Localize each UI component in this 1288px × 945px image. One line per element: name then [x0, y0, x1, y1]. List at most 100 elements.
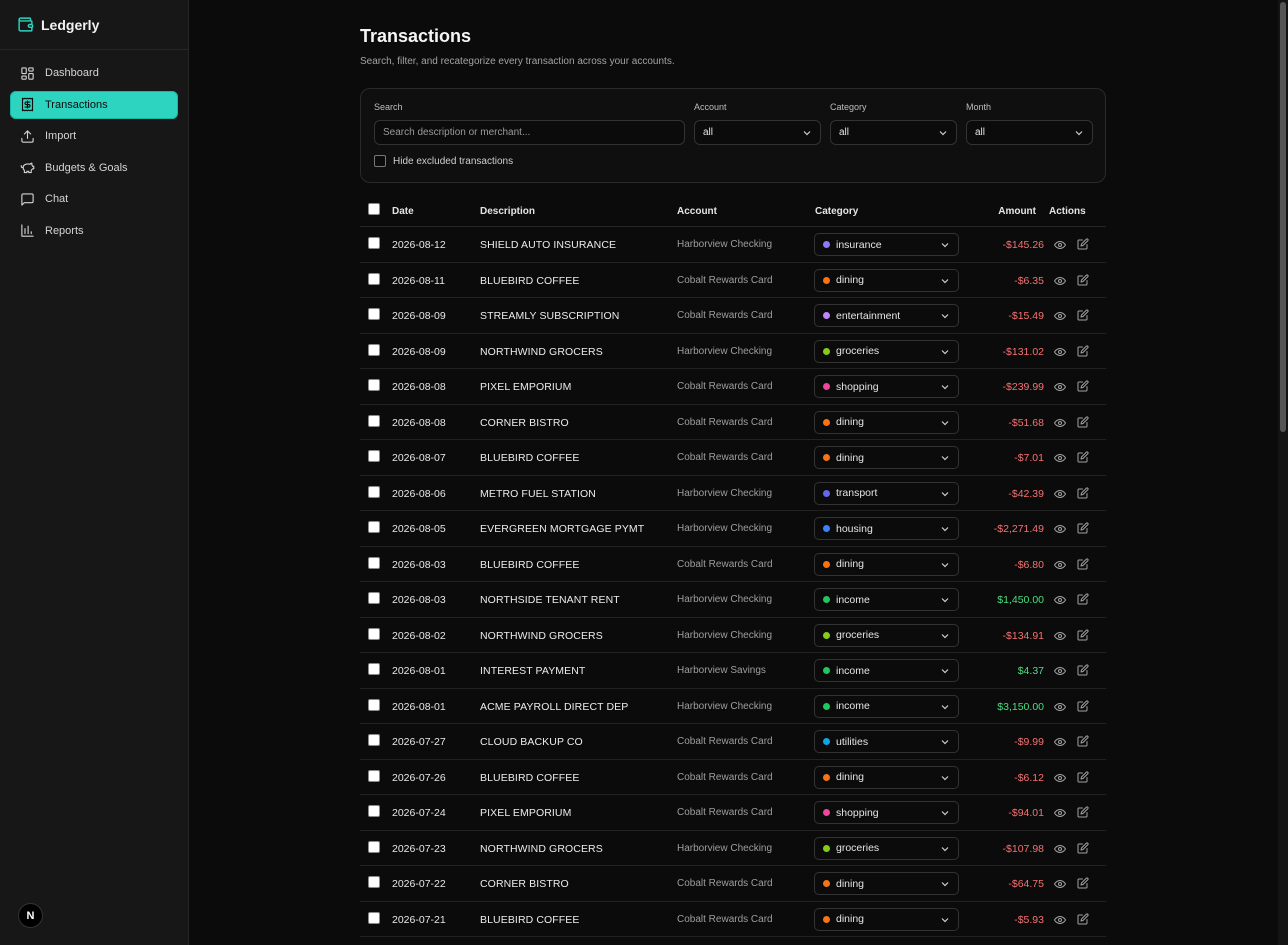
eye-icon[interactable] — [1054, 523, 1066, 535]
category-select[interactable]: dining — [814, 765, 959, 789]
edit-icon[interactable] — [1077, 806, 1089, 818]
eye-icon[interactable] — [1054, 843, 1066, 855]
page-scrollbar[interactable] — [1278, 0, 1288, 945]
eye-icon[interactable] — [1054, 346, 1066, 358]
category-select[interactable]: dining — [814, 446, 959, 469]
edit-icon[interactable] — [1077, 380, 1089, 392]
edit-icon[interactable] — [1077, 664, 1089, 676]
hide-excluded-checkbox[interactable] — [374, 155, 386, 167]
header-description[interactable]: Description — [480, 206, 535, 217]
sidebar-item-chat[interactable]: Chat — [10, 185, 178, 213]
edit-icon[interactable] — [1077, 593, 1089, 605]
category-select[interactable]: dining — [814, 907, 959, 931]
eye-icon[interactable] — [1054, 807, 1066, 819]
category-select[interactable]: housing — [814, 517, 959, 540]
category-filter-select[interactable]: all — [830, 120, 957, 145]
row-checkbox[interactable] — [368, 734, 380, 746]
eye-icon[interactable] — [1054, 559, 1066, 571]
category-select[interactable]: utilities — [814, 730, 959, 753]
edit-icon[interactable] — [1077, 451, 1089, 463]
eye-icon[interactable] — [1054, 488, 1066, 500]
eye-icon[interactable] — [1054, 239, 1066, 251]
header-date[interactable]: Date — [392, 206, 414, 217]
row-checkbox[interactable] — [368, 414, 380, 427]
eye-icon[interactable] — [1054, 772, 1066, 784]
edit-icon[interactable] — [1077, 735, 1089, 747]
row-checkbox[interactable] — [368, 805, 380, 817]
row-checkbox[interactable] — [368, 237, 380, 249]
row-checkbox[interactable] — [368, 450, 380, 462]
row-checkbox[interactable] — [368, 343, 380, 356]
eye-icon[interactable] — [1054, 310, 1066, 322]
edit-icon[interactable] — [1077, 522, 1089, 534]
row-checkbox[interactable] — [368, 840, 380, 853]
edit-icon[interactable] — [1077, 877, 1089, 889]
row-checkbox[interactable] — [368, 911, 380, 924]
row-checkbox[interactable] — [368, 521, 380, 533]
category-select[interactable]: groceries — [814, 623, 959, 647]
eye-icon[interactable] — [1054, 878, 1066, 890]
eye-icon[interactable] — [1054, 594, 1066, 606]
sidebar-item-import[interactable]: Import — [10, 122, 178, 150]
eye-icon[interactable] — [1054, 630, 1066, 642]
row-checkbox[interactable] — [368, 485, 380, 498]
sidebar-item-transactions[interactable]: Transactions — [10, 90, 178, 119]
category-select[interactable]: income — [814, 694, 959, 718]
category-select[interactable]: shopping — [814, 801, 959, 824]
select-all-checkbox[interactable] — [368, 203, 380, 215]
eye-icon[interactable] — [1054, 665, 1066, 677]
row-checkbox[interactable] — [368, 556, 380, 569]
row-checkbox[interactable] — [368, 272, 380, 285]
edit-icon[interactable] — [1077, 912, 1089, 925]
category-select[interactable]: dining — [814, 552, 959, 576]
header-account[interactable]: Account — [677, 206, 717, 217]
eye-icon[interactable] — [1054, 452, 1066, 464]
header-amount[interactable]: Amount — [998, 206, 1036, 217]
edit-icon[interactable] — [1077, 309, 1089, 321]
category-select[interactable]: groceries — [814, 836, 959, 860]
category-select[interactable]: groceries — [814, 339, 959, 363]
eye-icon[interactable] — [1054, 701, 1066, 713]
edit-icon[interactable] — [1077, 238, 1089, 250]
category-select[interactable]: dining — [814, 268, 959, 292]
row-checkbox[interactable] — [368, 379, 380, 391]
edit-icon[interactable] — [1077, 628, 1089, 641]
row-checkbox[interactable] — [368, 663, 380, 675]
category-select[interactable]: insurance — [814, 233, 959, 256]
category-select[interactable]: entertainment — [814, 304, 959, 327]
category-select[interactable]: dining — [814, 872, 959, 895]
scrollbar-thumb[interactable] — [1280, 2, 1286, 432]
category-select[interactable]: income — [814, 659, 959, 682]
edit-icon[interactable] — [1077, 699, 1089, 712]
sidebar-item-budgets-goals[interactable]: Budgets & Goals — [10, 154, 178, 182]
category-select[interactable]: transport — [814, 481, 959, 505]
avatar[interactable]: N — [18, 903, 43, 928]
search-input[interactable] — [374, 120, 685, 145]
sidebar-item-reports[interactable]: Reports — [10, 217, 178, 245]
row-checkbox[interactable] — [368, 769, 380, 782]
sidebar-item-dashboard[interactable]: Dashboard — [10, 59, 178, 87]
row-checkbox[interactable] — [368, 876, 380, 888]
row-checkbox[interactable] — [368, 627, 380, 640]
edit-icon[interactable] — [1077, 841, 1089, 854]
edit-icon[interactable] — [1077, 486, 1089, 499]
eye-icon[interactable] — [1054, 417, 1066, 429]
eye-icon[interactable] — [1054, 275, 1066, 287]
row-checkbox[interactable] — [368, 308, 380, 320]
eye-icon[interactable] — [1054, 736, 1066, 748]
category-select[interactable]: dining — [814, 410, 959, 434]
edit-icon[interactable] — [1077, 557, 1089, 570]
eye-icon[interactable] — [1054, 381, 1066, 393]
edit-icon[interactable] — [1077, 344, 1089, 357]
category-select[interactable]: income — [814, 588, 959, 611]
row-checkbox[interactable] — [368, 698, 380, 711]
eye-icon[interactable] — [1054, 914, 1066, 926]
row-checkbox[interactable] — [368, 592, 380, 604]
edit-icon[interactable] — [1077, 273, 1089, 286]
month-filter-select[interactable]: all — [966, 120, 1093, 145]
category-select[interactable]: shopping — [814, 375, 959, 398]
header-category[interactable]: Category — [815, 206, 858, 217]
edit-icon[interactable] — [1077, 415, 1089, 428]
edit-icon[interactable] — [1077, 770, 1089, 783]
brand[interactable]: Ledgerly — [0, 0, 188, 50]
